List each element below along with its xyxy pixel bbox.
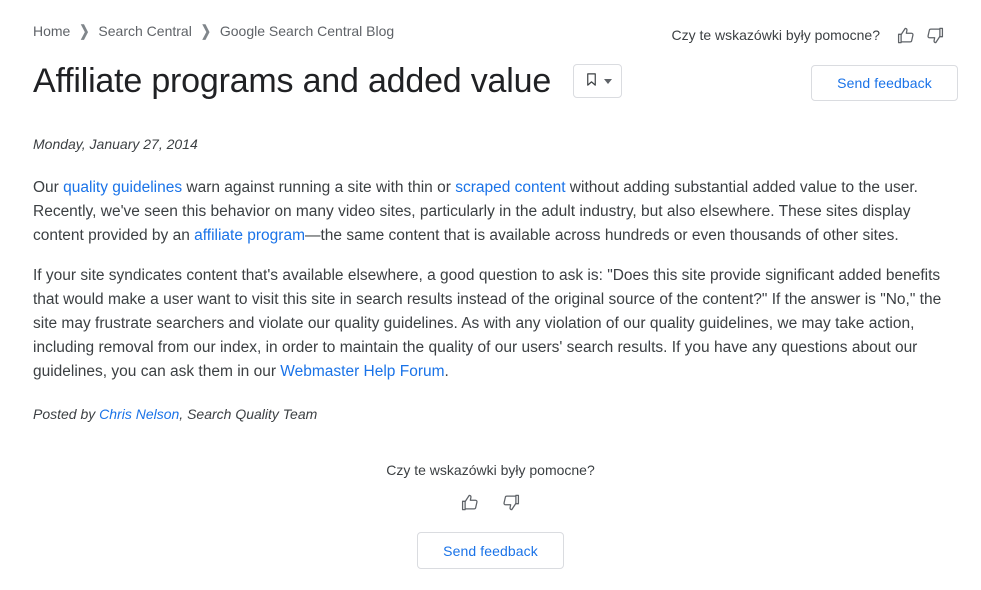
- feedback-rating-bottom: Czy te wskazówki były pomocne? Send feed…: [0, 460, 981, 569]
- bookmark-button[interactable]: [573, 64, 623, 98]
- thumb-up-icon[interactable]: [892, 22, 920, 48]
- post-author-suffix: , Search Quality Team: [179, 406, 318, 422]
- post-author-prefix: Posted by: [33, 406, 100, 422]
- post-date: Monday, January 27, 2014: [33, 136, 198, 152]
- send-feedback-button-bottom[interactable]: Send feedback: [417, 532, 564, 569]
- feedback-question-top: Czy te wskazówki były pomocne?: [671, 27, 880, 43]
- paragraph-2-text-1: If your site syndicates content that's a…: [33, 267, 942, 380]
- article-paragraph-1: Our quality guidelines warn against runn…: [33, 176, 948, 248]
- paragraph-1-text-2: warn against running a site with thin or: [182, 179, 456, 196]
- breadcrumb-separator-icon: ❯: [79, 22, 90, 40]
- thumb-down-icon[interactable]: [497, 489, 525, 515]
- feedback-question-bottom: Czy te wskazówki były pomocne?: [386, 462, 595, 478]
- page-root: Home ❯ Search Central ❯ Google Search Ce…: [0, 0, 981, 590]
- breadcrumb: Home ❯ Search Central ❯ Google Search Ce…: [33, 22, 394, 40]
- page-title: Affiliate programs and added value: [33, 62, 552, 100]
- article: Monday, January 27, 2014 Our quality gui…: [33, 134, 948, 424]
- breadcrumb-item-search-central[interactable]: Search Central: [98, 22, 191, 40]
- paragraph-2-text-2: .: [444, 363, 449, 380]
- breadcrumb-item-home[interactable]: Home: [33, 22, 70, 40]
- link-quality-guidelines[interactable]: quality guidelines: [63, 179, 182, 196]
- thumb-up-icon[interactable]: [457, 489, 485, 515]
- link-author-chris-nelson[interactable]: Chris Nelson: [99, 406, 179, 422]
- link-webmaster-help-forum[interactable]: Webmaster Help Forum: [280, 363, 444, 380]
- link-scraped-content[interactable]: scraped content: [455, 179, 565, 196]
- bookmark-icon: [584, 71, 599, 91]
- feedback-rating-top: Czy te wskazówki były pomocne?: [671, 22, 948, 48]
- paragraph-1-text-4: —the same content that is available acro…: [305, 227, 899, 244]
- send-feedback-button-top[interactable]: Send feedback: [811, 65, 958, 101]
- article-paragraph-2: If your site syndicates content that's a…: [33, 264, 948, 384]
- link-affiliate-program[interactable]: affiliate program: [194, 227, 305, 244]
- thumb-down-icon[interactable]: [920, 22, 948, 48]
- breadcrumb-item-google-search-central-blog[interactable]: Google Search Central Blog: [220, 22, 394, 40]
- chevron-down-icon: [603, 78, 612, 84]
- breadcrumb-separator-icon: ❯: [200, 22, 211, 40]
- post-author: Posted by Chris Nelson, Search Quality T…: [33, 404, 948, 424]
- feedback-thumbs-bottom: [457, 489, 525, 515]
- paragraph-1-text-1: Our: [33, 179, 64, 196]
- top-bar: Home ❯ Search Central ❯ Google Search Ce…: [33, 0, 948, 44]
